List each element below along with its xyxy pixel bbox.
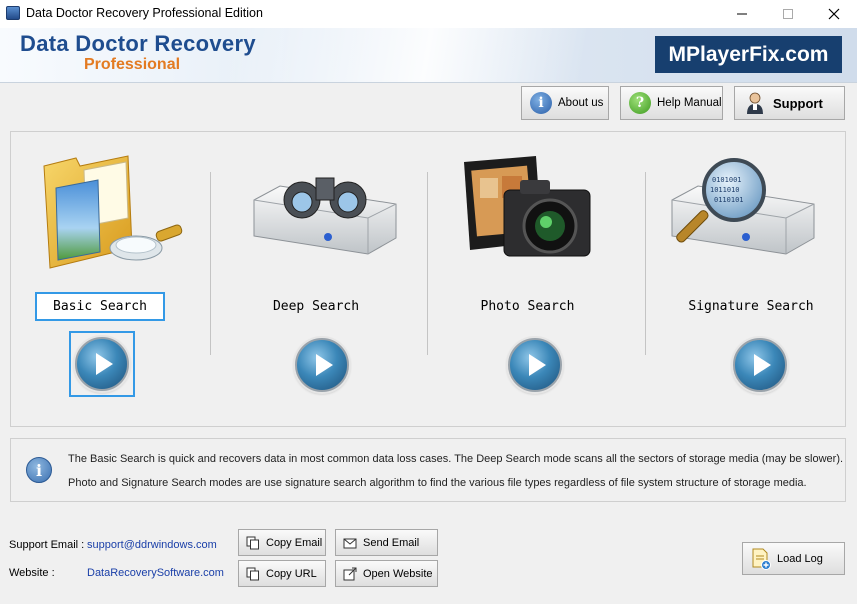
send-email-label: Send Email	[363, 536, 420, 549]
website-link[interactable]: DataRecoverySoftware.com	[87, 567, 224, 579]
support-person-icon	[747, 92, 763, 114]
copy-email-label: Copy Email	[266, 536, 323, 549]
signature-search-play-button[interactable]	[733, 338, 787, 392]
support-email-link[interactable]: support@ddrwindows.com	[87, 539, 217, 551]
help-manual-label: Help Manual	[657, 97, 722, 109]
play-icon	[316, 354, 333, 376]
log-file-icon	[752, 548, 771, 570]
photo-search-play-button[interactable]	[508, 338, 562, 392]
info-panel	[10, 438, 846, 502]
info-icon: i	[530, 92, 552, 114]
minimize-icon	[737, 13, 747, 15]
basic-search-label[interactable]: Basic Search	[35, 292, 165, 321]
copy-email-button[interactable]: Copy Email	[238, 529, 326, 556]
copy-icon	[246, 536, 259, 549]
drive-magnifier-icon: 0101001 1011010 0110101	[671, 158, 815, 255]
app-icon	[6, 6, 20, 20]
header-banner: Data Doctor Recovery Professional MPlaye…	[0, 28, 857, 83]
copy-icon	[246, 567, 259, 580]
deep-search-play-button[interactable]	[295, 338, 349, 392]
divider	[645, 172, 646, 355]
banner-decoration	[230, 28, 670, 82]
load-log-button[interactable]: Load Log	[742, 542, 845, 575]
maximize-icon	[783, 9, 793, 19]
support-button[interactable]: Support	[734, 86, 845, 120]
svg-text:0110101: 0110101	[714, 196, 744, 204]
website-label: Website :	[9, 567, 55, 579]
svg-text:0101001: 0101001	[712, 176, 742, 184]
divider	[427, 172, 428, 355]
photo-search-label[interactable]: Photo Search	[450, 292, 605, 321]
divider	[210, 172, 211, 355]
title-bar: Data Doctor Recovery Professional Editio…	[0, 0, 857, 28]
svg-text:1011010: 1011010	[710, 186, 740, 194]
about-us-button[interactable]: i About us	[521, 86, 609, 120]
close-icon	[828, 8, 840, 20]
open-website-button[interactable]: Open Website	[335, 560, 438, 587]
info-text-line2: Photo and Signature Search modes are use…	[68, 477, 807, 489]
signature-search-label[interactable]: Signature Search	[672, 292, 830, 321]
basic-search-play-button[interactable]	[75, 337, 129, 391]
support-label: Support	[773, 95, 823, 111]
drive-binoculars-icon	[253, 177, 397, 255]
close-button[interactable]	[811, 0, 857, 28]
window-title: Data Doctor Recovery Professional Editio…	[26, 6, 263, 20]
watermark-logo: MPlayerFix.com	[655, 36, 842, 73]
play-icon	[529, 354, 546, 376]
envelope-icon	[343, 538, 357, 548]
minimize-button[interactable]	[719, 0, 765, 28]
copy-url-button[interactable]: Copy URL	[238, 560, 326, 587]
info-icon: i	[26, 457, 52, 483]
maximize-button[interactable]	[765, 0, 811, 28]
about-us-label: About us	[558, 97, 604, 109]
play-icon	[754, 354, 771, 376]
deep-search-label[interactable]: Deep Search	[246, 292, 386, 321]
support-email-label: Support Email :	[9, 539, 85, 551]
play-icon	[96, 353, 113, 375]
product-edition: Professional	[84, 56, 181, 73]
send-email-button[interactable]: Send Email	[335, 529, 438, 556]
folder-magnifier-icon	[43, 155, 183, 269]
external-link-icon	[343, 567, 357, 580]
open-website-label: Open Website	[363, 567, 433, 580]
load-log-label: Load Log	[777, 552, 823, 565]
camera-film-icon	[464, 156, 591, 257]
product-name: Data Doctor Recovery	[20, 31, 256, 56]
info-text-line1: The Basic Search is quick and recovers d…	[68, 453, 844, 465]
copy-url-label: Copy URL	[266, 567, 317, 580]
help-manual-button[interactable]: ? Help Manual	[620, 86, 723, 120]
help-icon: ?	[629, 92, 651, 114]
